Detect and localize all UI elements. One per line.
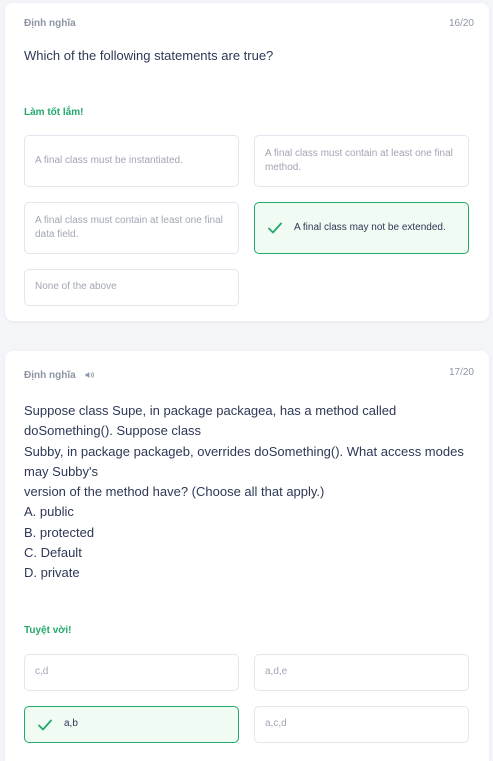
answer-option[interactable]: a,d,e: [254, 654, 469, 691]
answer-option-text: A final class must be instantiated.: [35, 154, 183, 166]
answer-option[interactable]: None of the above: [24, 269, 239, 306]
speaker-icon[interactable]: [85, 371, 95, 379]
question-line: C. Default: [24, 545, 82, 561]
answer-option-text: A final class must contain at least one …: [35, 214, 223, 241]
feedback-message: Làm tốt lắm!: [24, 107, 84, 118]
answer-option-text: c,d: [35, 666, 49, 678]
answer-option-text: None of the above: [35, 281, 117, 293]
question-line: A. public: [24, 504, 74, 520]
term-label-text: Định nghĩa: [24, 370, 76, 381]
question-counter: 16/20: [448, 18, 474, 29]
question-text: Which of the following statements are tr…: [24, 48, 274, 63]
check-icon: [268, 222, 282, 234]
answer-option-text: a,d,e: [265, 666, 288, 678]
term-label: Định nghĩa: [24, 18, 76, 29]
answer-option[interactable]: A final class must contain at least one …: [254, 135, 469, 187]
question-card-17: Định nghĩa 17/20 Suppose class Supe, in …: [5, 351, 489, 761]
answer-option[interactable]: c,d: [24, 654, 239, 691]
question-line: Suppose class Supe, in package packagea,…: [24, 403, 397, 418]
question-counter: 17/20: [448, 367, 474, 378]
check-icon: [38, 719, 52, 730]
answer-option-text: A final class must contain at least one …: [265, 147, 453, 174]
question-text: Suppose class Supe, in package packagea,…: [24, 401, 464, 584]
answer-option-text: a,b: [64, 718, 78, 730]
feedback-message: Tuyệt vời!: [24, 625, 72, 636]
answer-option-text: A final class may not be extended.: [294, 221, 446, 233]
answer-option-correct[interactable]: A final class may not be extended.: [254, 202, 469, 254]
answer-option-correct[interactable]: a,b: [24, 706, 239, 743]
question-card-16: Định nghĩa 16/20 Which of the following …: [5, 3, 489, 321]
question-line: D. private: [24, 565, 80, 581]
answer-option-text: a,c,d: [265, 718, 287, 730]
answer-option[interactable]: A final class must be instantiated.: [24, 135, 239, 187]
question-line: doSomething(). Suppose class: [24, 423, 202, 439]
question-line: Subby, in package packageb, overrides do…: [24, 443, 464, 459]
answer-option[interactable]: A final class must contain at least one …: [24, 202, 239, 254]
question-line: B. protected: [24, 524, 95, 540]
question-line: version of the method have? (Choose all …: [24, 484, 325, 500]
question-line: may Subby's: [24, 463, 99, 479]
answer-option[interactable]: a,c,d: [254, 706, 469, 743]
term-label: Định nghĩa: [24, 370, 95, 381]
